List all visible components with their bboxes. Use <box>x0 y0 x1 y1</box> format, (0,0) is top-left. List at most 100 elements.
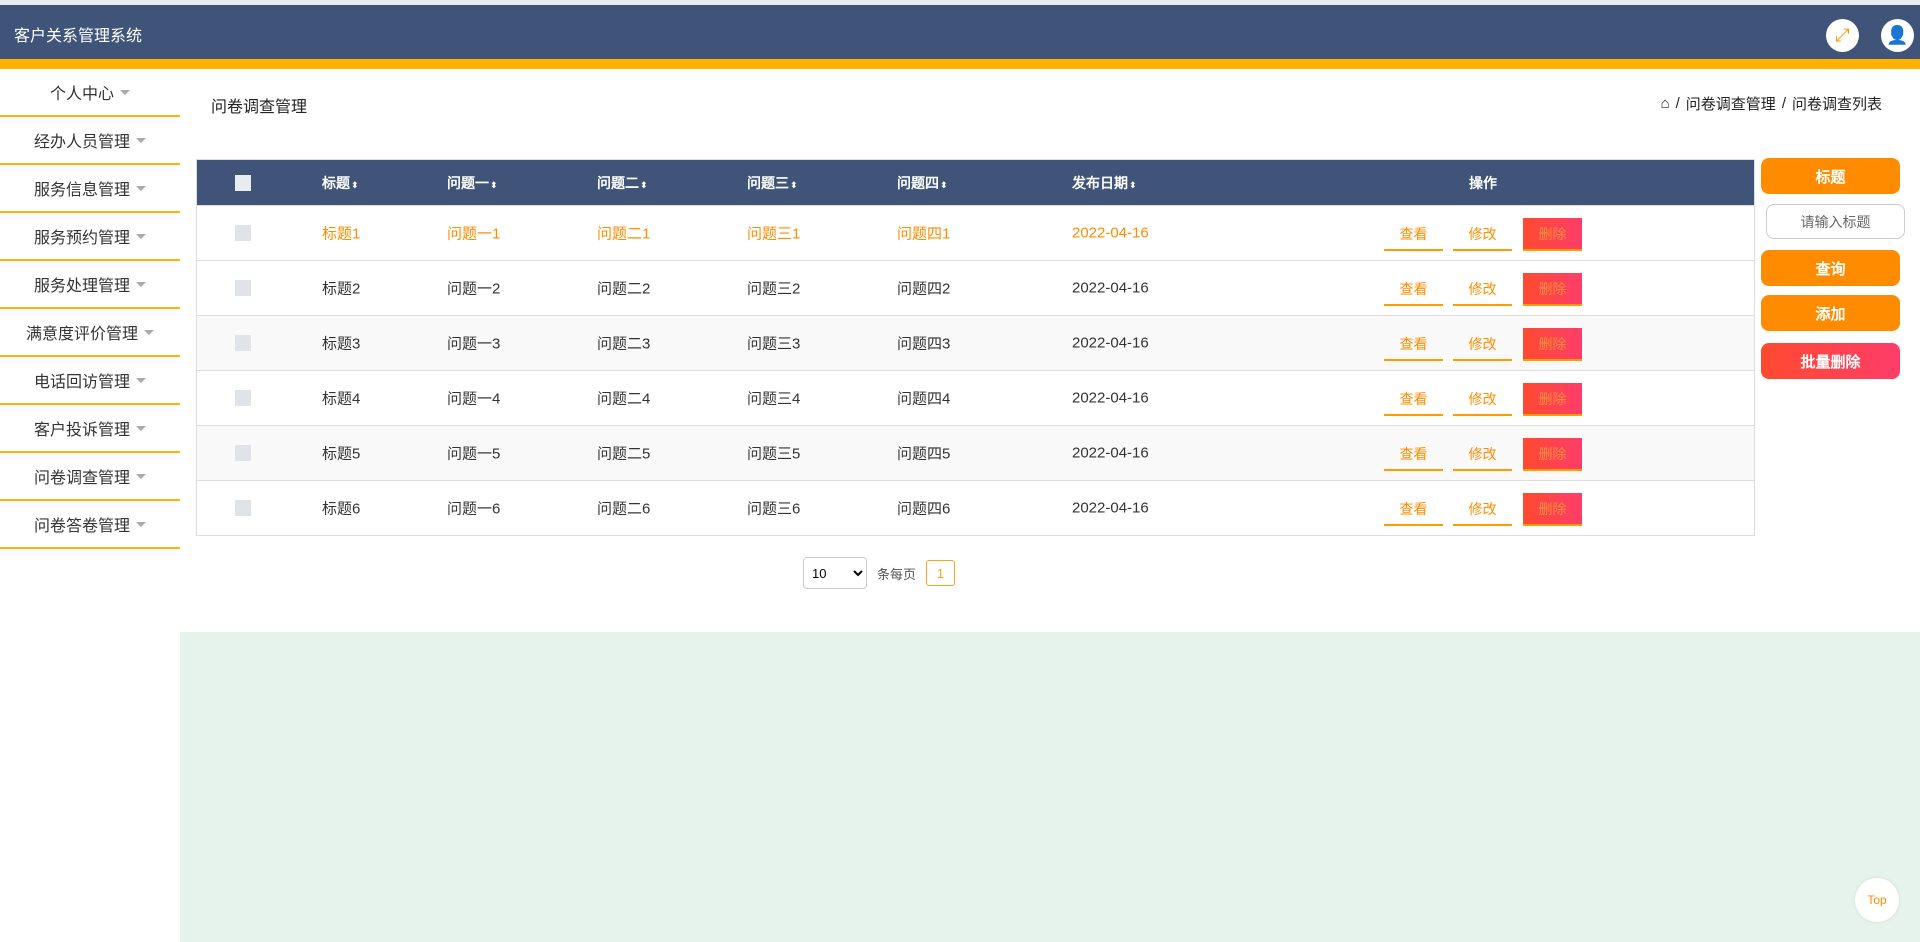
edit-button[interactable]: 修改 <box>1453 273 1512 306</box>
delete-button[interactable]: 删除 <box>1523 273 1582 306</box>
edit-button[interactable]: 修改 <box>1453 493 1512 526</box>
row-checkbox[interactable] <box>235 335 251 351</box>
view-button[interactable]: 查看 <box>1384 493 1443 526</box>
table-cell: 问题二3 <box>597 335 651 353</box>
column-header-title[interactable]: 标题⬍ <box>322 173 359 193</box>
view-button[interactable]: 查看 <box>1384 438 1443 471</box>
table-cell: 2022-04-16 <box>1072 444 1149 462</box>
table-cell: 问题三1 <box>747 225 801 243</box>
sidebar-item[interactable]: 服务处理管理 <box>0 261 180 309</box>
column-header-date[interactable]: 发布日期⬍ <box>1072 173 1137 193</box>
table-cell: 问题四2 <box>897 280 951 298</box>
title-search-input[interactable] <box>1766 204 1905 239</box>
delete-button[interactable]: 删除 <box>1523 218 1582 251</box>
table-cell: 问题二1 <box>597 225 651 243</box>
delete-button[interactable]: 删除 <box>1523 328 1582 361</box>
column-header-q1[interactable]: 问题一⬍ <box>447 173 498 193</box>
table-cell: 问题三5 <box>747 445 801 463</box>
delete-button[interactable]: 删除 <box>1523 383 1582 416</box>
table-cell: 问题二4 <box>597 390 651 408</box>
page-size-select[interactable]: 10 <box>803 557 867 589</box>
column-header-q4[interactable]: 问题四⬍ <box>897 173 948 193</box>
sidebar-item[interactable]: 经办人员管理 <box>0 117 180 165</box>
row-checkbox[interactable] <box>235 280 251 296</box>
fullscreen-icon[interactable]: ⤢ <box>1826 19 1859 52</box>
table-row: 标题3 问题一3 问题二3 问题三3 问题四3 2022-04-16 查看 修改 删除 <box>197 315 1754 370</box>
sidebar-item[interactable]: 问卷调查管理 <box>0 453 180 501</box>
caret-down-icon <box>120 89 130 95</box>
sidebar-item-label: 服务信息管理 <box>33 182 130 199</box>
table-cell: 2022-04-16 <box>1072 389 1149 407</box>
table-row: 标题1 问题一1 问题二1 问题三1 问题四1 2022-04-16 查看 修改 删除 <box>197 205 1754 260</box>
delete-button[interactable]: 删除 <box>1523 493 1582 526</box>
back-to-top-button[interactable]: Top <box>1855 878 1899 922</box>
table-cell: 标题4 <box>322 390 361 408</box>
home-icon[interactable]: ⌂ <box>1661 95 1670 112</box>
sidebar: 个人中心经办人员管理 服务信息管理服务预约管理 服务处理管理满意度评价管理 电话回访管… <box>0 69 180 549</box>
sidebar-item[interactable]: 问卷答卷管理 <box>0 501 180 549</box>
caret-down-icon <box>144 329 154 335</box>
sidebar-item[interactable]: 服务信息管理 <box>0 165 180 213</box>
table-cell: 问题三2 <box>747 280 801 298</box>
batch-delete-button[interactable]: 批量删除 <box>1761 343 1900 379</box>
select-all-checkbox[interactable] <box>235 174 251 191</box>
row-checkbox[interactable] <box>235 500 251 516</box>
table-row: 标题5 问题一5 问题二5 问题三5 问题四5 2022-04-16 查看 修改 删除 <box>197 425 1754 480</box>
table-cell: 问题二6 <box>597 500 651 518</box>
view-button[interactable]: 查看 <box>1384 218 1443 251</box>
sidebar-item-label: 个人中心 <box>49 86 114 103</box>
edit-button[interactable]: 修改 <box>1453 438 1512 471</box>
table-cell: 问题四1 <box>897 225 951 243</box>
sidebar-item-label: 经办人员管理 <box>33 134 130 151</box>
breadcrumb-item[interactable]: 问卷调查管理 <box>1686 93 1776 114</box>
user-icon[interactable]: 👤 <box>1881 19 1914 52</box>
table-cell: 问题三4 <box>747 390 801 408</box>
sidebar-item[interactable]: 满意度评价管理 <box>0 309 180 357</box>
sidebar-item[interactable]: 电话回访管理 <box>0 357 180 405</box>
row-checkbox[interactable] <box>235 225 251 241</box>
sidebar-item[interactable]: 客户投诉管理 <box>0 405 180 453</box>
edit-button[interactable]: 修改 <box>1453 218 1512 251</box>
sort-icon: ⬍ <box>940 179 948 190</box>
view-button[interactable]: 查看 <box>1384 328 1443 361</box>
caret-down-icon <box>136 281 146 287</box>
table-cell: 2022-04-16 <box>1072 499 1149 517</box>
background-panel <box>180 632 1920 942</box>
table-row: 标题2 问题一2 问题二2 问题三2 问题四2 2022-04-16 查看 修改 删除 <box>197 260 1754 315</box>
search-field-label: 标题 <box>1761 158 1900 194</box>
table-cell: 问题二2 <box>597 280 651 298</box>
column-header-q3[interactable]: 问题三⬍ <box>747 173 798 193</box>
table-cell: 问题一4 <box>447 390 501 408</box>
view-button[interactable]: 查看 <box>1384 383 1443 416</box>
row-checkbox[interactable] <box>235 390 251 406</box>
sidebar-item-label: 电话回访管理 <box>33 374 130 391</box>
sidebar-item[interactable]: 服务预约管理 <box>0 213 180 261</box>
sidebar-item[interactable]: 个人中心 <box>0 69 180 117</box>
edit-button[interactable]: 修改 <box>1453 328 1512 361</box>
delete-button[interactable]: 删除 <box>1523 438 1582 471</box>
add-button[interactable]: 添加 <box>1761 295 1900 331</box>
query-button[interactable]: 查询 <box>1761 250 1900 286</box>
breadcrumb-item: 问卷调查列表 <box>1791 96 1882 113</box>
table-cell: 2022-04-16 <box>1072 334 1149 352</box>
table-cell: 标题2 <box>322 280 361 298</box>
breadcrumb: ⌂ / 问卷调查管理 / 问卷调查列表 <box>1660 93 1882 114</box>
view-button[interactable]: 查看 <box>1384 273 1443 306</box>
table-header: 标题⬍ 问题一⬍ 问题二⬍ 问题三⬍ 问题四⬍ 发布日期⬍ 操作 <box>197 160 1754 205</box>
table-cell: 问题一1 <box>447 225 501 243</box>
table-cell: 问题一2 <box>447 280 501 298</box>
sort-icon: ⬍ <box>1129 179 1137 190</box>
column-header-q2[interactable]: 问题二⬍ <box>597 173 648 193</box>
page-1-button[interactable]: 1 <box>926 560 956 586</box>
row-checkbox[interactable] <box>235 445 251 461</box>
caret-down-icon <box>136 425 146 431</box>
sidebar-item-label: 客户投诉管理 <box>33 422 130 439</box>
accent-bar <box>0 59 1920 69</box>
edit-button[interactable]: 修改 <box>1453 383 1512 416</box>
table-cell: 2022-04-16 <box>1072 279 1149 297</box>
table-cell: 问题四3 <box>897 335 951 353</box>
caret-down-icon <box>136 473 146 479</box>
table-row: 标题6 问题一6 问题二6 问题三6 问题四6 2022-04-16 查看 修改 删除 <box>197 480 1754 535</box>
sidebar-item-label: 满意度评价管理 <box>25 326 138 343</box>
caret-down-icon <box>136 521 146 527</box>
